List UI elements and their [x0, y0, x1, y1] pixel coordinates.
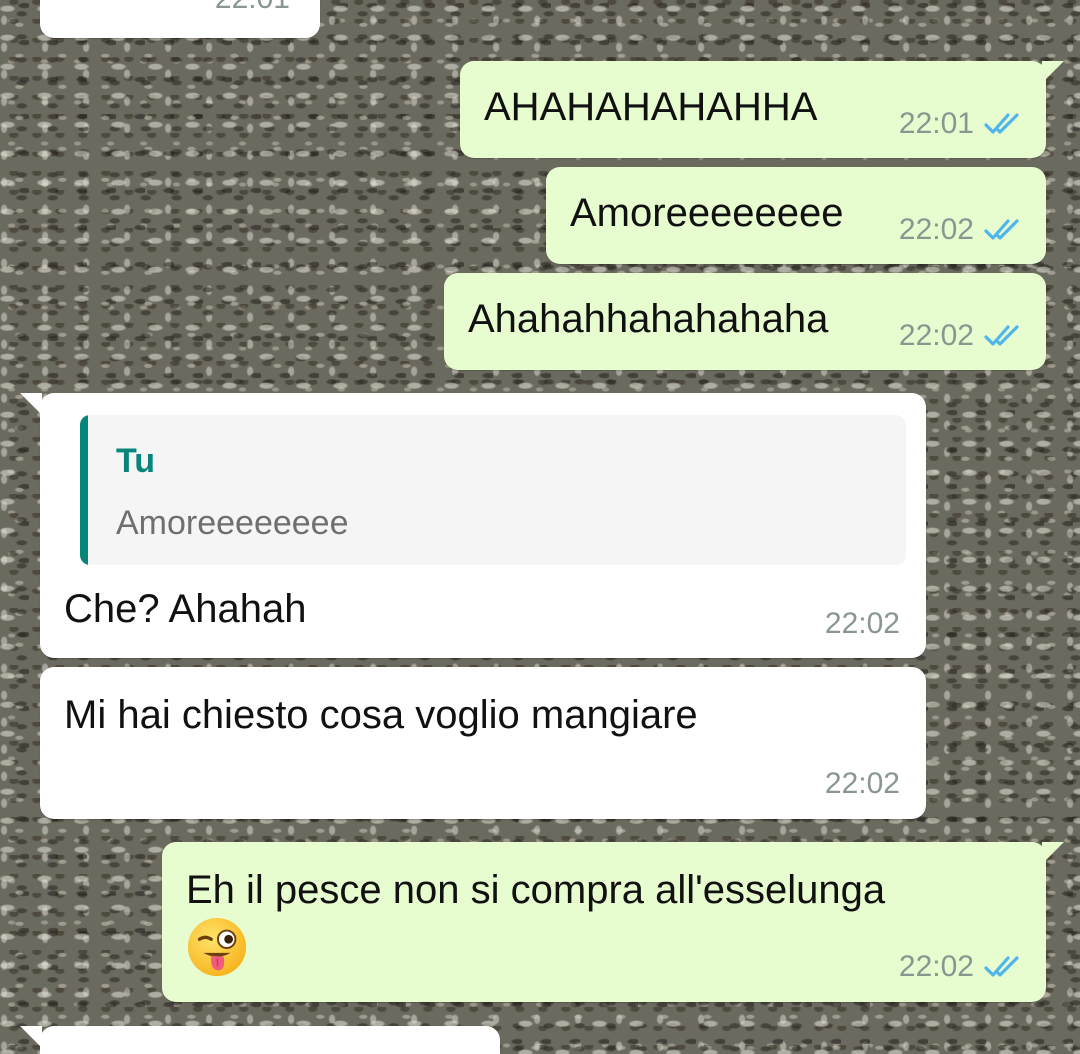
message-text: Che? Ahahah: [64, 587, 307, 631]
message-meta: 22:01: [215, 0, 290, 16]
message-time: 22:02: [824, 607, 900, 640]
message-time: 22:02: [824, 767, 900, 800]
message-time: 22:01: [215, 0, 290, 16]
reply-quote[interactable]: Tu Amoreeeeeeee: [80, 415, 906, 565]
double-check-read-icon: [984, 219, 1019, 240]
bubble-tail: [1042, 61, 1064, 83]
double-check-read-icon: [984, 113, 1019, 134]
message-bubble-outgoing[interactable]: AHAHAHAHAHHA 22:01: [460, 61, 1064, 158]
message-time: 22:02: [898, 319, 974, 352]
message-bubble-incoming[interactable]: Tu Amoreeeeeeee Che? Ahahah 22:02: [20, 393, 926, 658]
message-text: Ahahahhahahahaha: [468, 297, 829, 341]
double-check-read-icon: [984, 325, 1019, 346]
bubble-tail: [1042, 842, 1064, 864]
message-time: 22:02: [898, 213, 974, 246]
reply-quote-text: Amoreeeeeeee: [116, 504, 349, 542]
message-bubble-outgoing[interactable]: Eh il pesce non si compra all'esselunga …: [162, 842, 1064, 1002]
double-check-read-icon: [984, 956, 1019, 977]
message-text: AHAHAHAHAHHA: [484, 85, 818, 129]
message-text: Eh il pesce non si compra all'esselunga: [186, 868, 886, 912]
message-bubble-incoming[interactable]: [20, 1026, 500, 1054]
bubble-tail: [20, 393, 42, 415]
message-time: 22:02: [898, 950, 974, 983]
message-bubble-incoming[interactable]: Mi hai chiesto cosa voglio mangiare 22:0…: [40, 667, 926, 819]
message-bubble-incoming[interactable]: 22:01: [40, 0, 320, 38]
message-meta: 22:02: [899, 319, 1024, 353]
message-meta: 22:02: [899, 950, 1024, 984]
message-meta: 22:02: [825, 607, 900, 641]
message-text: Amoreeeeeeee: [570, 191, 844, 235]
message-meta: 22:02: [899, 213, 1024, 247]
chat-screen: { "colors": { "outgoing_bubble": "#e7fcc…: [0, 0, 1080, 1054]
winking-face-with-tongue-icon: [186, 916, 248, 978]
message-time: 22:01: [898, 107, 974, 140]
message-meta: 22:02: [825, 767, 900, 801]
reply-quote-accent-bar: [80, 415, 88, 565]
message-meta: 22:01: [899, 107, 1024, 141]
reply-quote-author: Tu: [116, 442, 156, 480]
message-bubble-outgoing[interactable]: Amoreeeeeeee 22:02: [546, 167, 1046, 264]
message-bubble-outgoing[interactable]: Ahahahhahahahaha 22:02: [444, 273, 1046, 370]
message-text: Mi hai chiesto cosa voglio mangiare: [64, 693, 698, 737]
bubble-tail: [20, 1026, 42, 1048]
